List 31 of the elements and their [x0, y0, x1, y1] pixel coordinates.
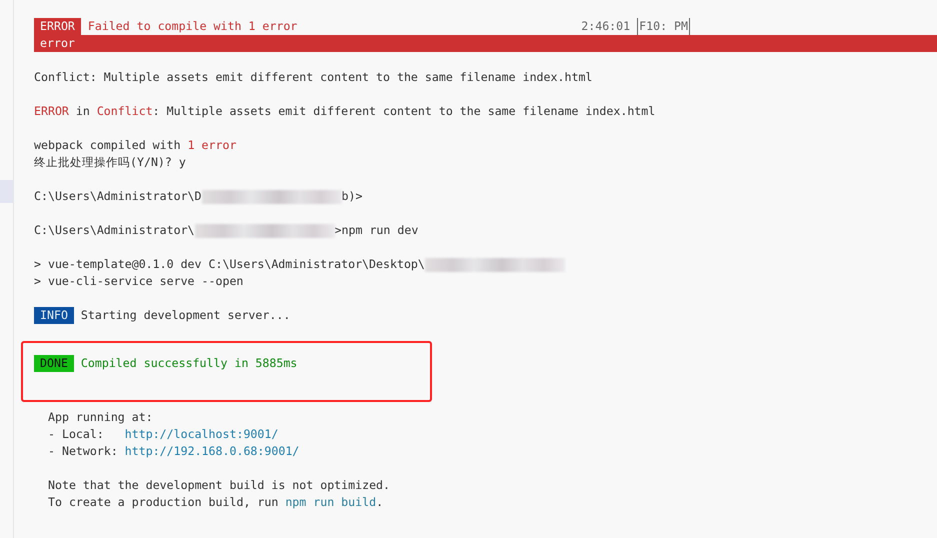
status-badge: DONE — [34, 355, 74, 372]
output-text: Starting development server... — [80, 307, 290, 324]
output-text: Conflict: Multiple assets emit different content to the same filename index.html — [34, 69, 592, 86]
status-badge: ERROR — [34, 18, 81, 35]
output-text: . — [376, 494, 384, 511]
output-text: webpack compiled with — [34, 137, 182, 154]
output-text: ERROR — [34, 103, 69, 120]
output-text: To create a production build, run — [48, 494, 280, 511]
url-link[interactable]: http://192.168.0.68:9001/ — [124, 443, 300, 460]
output-text: in — [74, 103, 91, 120]
output-text: > vue-cli-service serve --open — [34, 273, 244, 290]
output-text: 1 error — [188, 137, 236, 154]
output-text: - Local: — [48, 426, 105, 443]
timestamp: 2:46:01 — [581, 18, 630, 35]
output-text: 终止批处理操作吗(Y/N)? y — [34, 154, 186, 171]
url-link[interactable]: http://localhost:9001/ — [124, 426, 278, 443]
output-text: C:\Users\Administrator\D — [34, 188, 202, 205]
output-text: Compiled successfully in 5885ms — [80, 355, 298, 372]
output-text: - Network: — [48, 443, 119, 460]
output-text: Conflict — [96, 103, 153, 120]
output-text: App running at: — [48, 409, 153, 426]
command-text: npm run build — [285, 494, 376, 511]
output-text: C:\Users\Administrator\ — [34, 222, 195, 239]
error-banner: error — [34, 35, 937, 52]
status-badge: INFO — [34, 307, 74, 324]
output-text: Failed to compile with 1 error — [86, 18, 298, 35]
output-text: >npm run dev — [334, 222, 418, 239]
output-text: > vue-template@0.1.0 dev C:\Users\Administrator\Desktop\ — [34, 256, 425, 273]
output-text: Note that the development build is not optimized. — [48, 477, 390, 494]
output-text: b)> — [342, 188, 362, 205]
output-text: : Multiple assets emit different content to the same filename index.html — [152, 103, 656, 120]
